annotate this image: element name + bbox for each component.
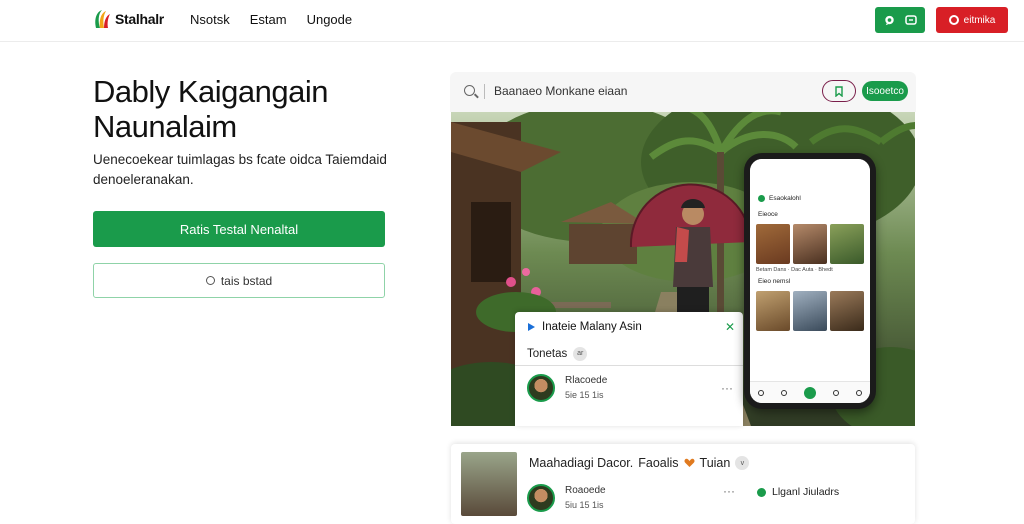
- hero-subtitle: Uenecoekear tuimlagas bs fcate oidca Tai…: [93, 150, 413, 190]
- profile-icon[interactable]: [855, 389, 862, 396]
- brand-name: Stalhalr: [115, 11, 164, 27]
- add-icon[interactable]: [803, 386, 816, 399]
- status-text: Llganl Jiuladrs: [772, 486, 840, 498]
- play-icon: [528, 323, 535, 331]
- search-icon[interactable]: [781, 389, 788, 396]
- nav-link-2[interactable]: Estam: [250, 12, 287, 27]
- chat-panel: Inateie Malany Asin ✕ Tonetas ar Rlacoed…: [515, 312, 743, 426]
- phone-thumb[interactable]: [793, 224, 827, 264]
- hero-title-line2: Naunalaim: [93, 109, 237, 144]
- hero-subtitle-line1: Uenecoekear tuimlagas bs fcate oidca Tai…: [93, 152, 387, 167]
- card-title-tag: Faoalis: [638, 456, 679, 470]
- card-thumbnail: [461, 452, 517, 516]
- phone-bottom-nav: [750, 381, 870, 403]
- chat-item-text: Rlacoede 5ie 15 1is: [565, 374, 607, 402]
- heart-icon: [684, 458, 695, 467]
- chat-item-name: Rlacoede: [565, 375, 608, 386]
- phone-section-1-label: Eieoce: [758, 211, 778, 218]
- hero-title: Dably Kaigangain Naunalaim: [93, 74, 413, 144]
- bookmark-icon: [835, 85, 843, 97]
- nav-links: Nsotsk Estam Ungode: [190, 12, 352, 27]
- red-action-button[interactable]: eitmika: [936, 7, 1008, 33]
- chat-list-item[interactable]: Rlacoede 5ie 15 1is ···: [515, 366, 743, 410]
- close-icon[interactable]: ✕: [725, 320, 735, 334]
- chat-tab[interactable]: Tonetas: [527, 348, 567, 360]
- card-title-text: Maahadiagi Dacor.: [529, 456, 634, 470]
- more-options-icon[interactable]: ···: [723, 484, 735, 498]
- card-list-item[interactable]: Roaoede 5iu 15 1is: [527, 484, 606, 512]
- home-icon[interactable]: [758, 389, 765, 396]
- hero-subtitle-line2: denoeleranakan.: [93, 172, 194, 187]
- status-indicator: Llganl Jiuladrs: [757, 486, 839, 498]
- secondary-cta-label: tais bstad: [220, 273, 273, 288]
- chat-header: Inateie Malany Asin: [515, 312, 743, 342]
- brand-mark-icon: [95, 10, 110, 28]
- search-divider: [484, 84, 485, 99]
- phone-thumb[interactable]: [756, 224, 790, 264]
- phone-section-1: Eieoce: [750, 207, 870, 222]
- phone-screen: Esaokalohl Eieoce Betam Dans · Dac Auta …: [750, 159, 870, 403]
- message-icon: [904, 14, 917, 25]
- card-title-tail: Tuian: [699, 456, 731, 470]
- phone-tag-2: Dac Auta: [791, 267, 814, 273]
- hero-title-line1: Dably Kaigangain: [93, 74, 329, 109]
- bell-icon[interactable]: [832, 389, 839, 396]
- phone-tag-3: Bhedt: [818, 267, 833, 273]
- circle-icon: [205, 276, 215, 285]
- phone-tags: Betam Dans · Dac Auta · Bhedt: [756, 267, 833, 273]
- card-item-meta: 5iu 15 1is: [565, 500, 604, 510]
- phone-header: Esaokalohl: [750, 159, 870, 207]
- app-dot-icon: [758, 194, 765, 202]
- avatar: [527, 484, 555, 512]
- more-options-icon[interactable]: ···: [721, 381, 733, 395]
- brand-logo[interactable]: Stalhalr: [92, 8, 164, 30]
- phone-thumb[interactable]: [830, 224, 864, 264]
- card-title: Maahadiagi Dacor. Faoalis Tuian v: [529, 456, 750, 470]
- card-title-chip: v: [735, 456, 750, 470]
- phone-tag-1: Betam Dans: [756, 267, 787, 273]
- search-input[interactable]: Baanaeo Monkane eiaan: [494, 84, 627, 98]
- phone-section-2-label: Eieo nemsl: [758, 278, 791, 285]
- avatar: [527, 374, 555, 402]
- nav-link-1[interactable]: Nsotsk: [190, 12, 230, 27]
- phone-section-2: Eieo nemsl: [750, 274, 870, 289]
- top-navbar: Stalhalr Nsotsk Estam Ungode eitmika: [0, 0, 1024, 42]
- search-bar: Baanaeo Monkane eiaan Isooetco: [450, 72, 916, 112]
- filter-button[interactable]: [822, 80, 856, 102]
- phone-header-text: Esaokalohl: [769, 194, 801, 202]
- chat-action-button[interactable]: [875, 7, 925, 33]
- secondary-cta-button[interactable]: tais bstad: [93, 263, 385, 298]
- card-item-text: Roaoede 5iu 15 1is: [565, 484, 606, 512]
- phone-mockup: Esaokalohl Eieoce Betam Dans · Dac Auta …: [744, 153, 876, 409]
- phone-thumb[interactable]: [756, 291, 790, 331]
- chat-tabs: Tonetas ar: [515, 342, 743, 366]
- chat-item-meta: 5ie 15 1is: [565, 390, 604, 400]
- search-icon: [464, 85, 475, 96]
- nav-link-3[interactable]: Ungode: [307, 12, 353, 27]
- phone-thumb[interactable]: [830, 291, 864, 331]
- chat-bubble-icon: [884, 15, 894, 25]
- status-dot-icon: [757, 487, 766, 497]
- phone-thumbs-row-2: [750, 289, 870, 333]
- chat-tab-chip: ar: [573, 346, 588, 361]
- bottom-card: Maahadiagi Dacor. Faoalis Tuian v Roaoed…: [451, 444, 915, 524]
- phone-thumb[interactable]: [793, 291, 827, 331]
- chat-title: Inateie Malany Asin: [542, 321, 642, 333]
- user-icon: [948, 15, 959, 25]
- card-item-name: Roaoede: [565, 485, 606, 496]
- search-go-button[interactable]: Isooetco: [862, 81, 908, 101]
- primary-cta-button[interactable]: Ratis Testal Nenaltal: [93, 211, 385, 247]
- red-button-label: eitmika: [963, 14, 996, 26]
- phone-thumbs-row-1: [750, 222, 870, 266]
